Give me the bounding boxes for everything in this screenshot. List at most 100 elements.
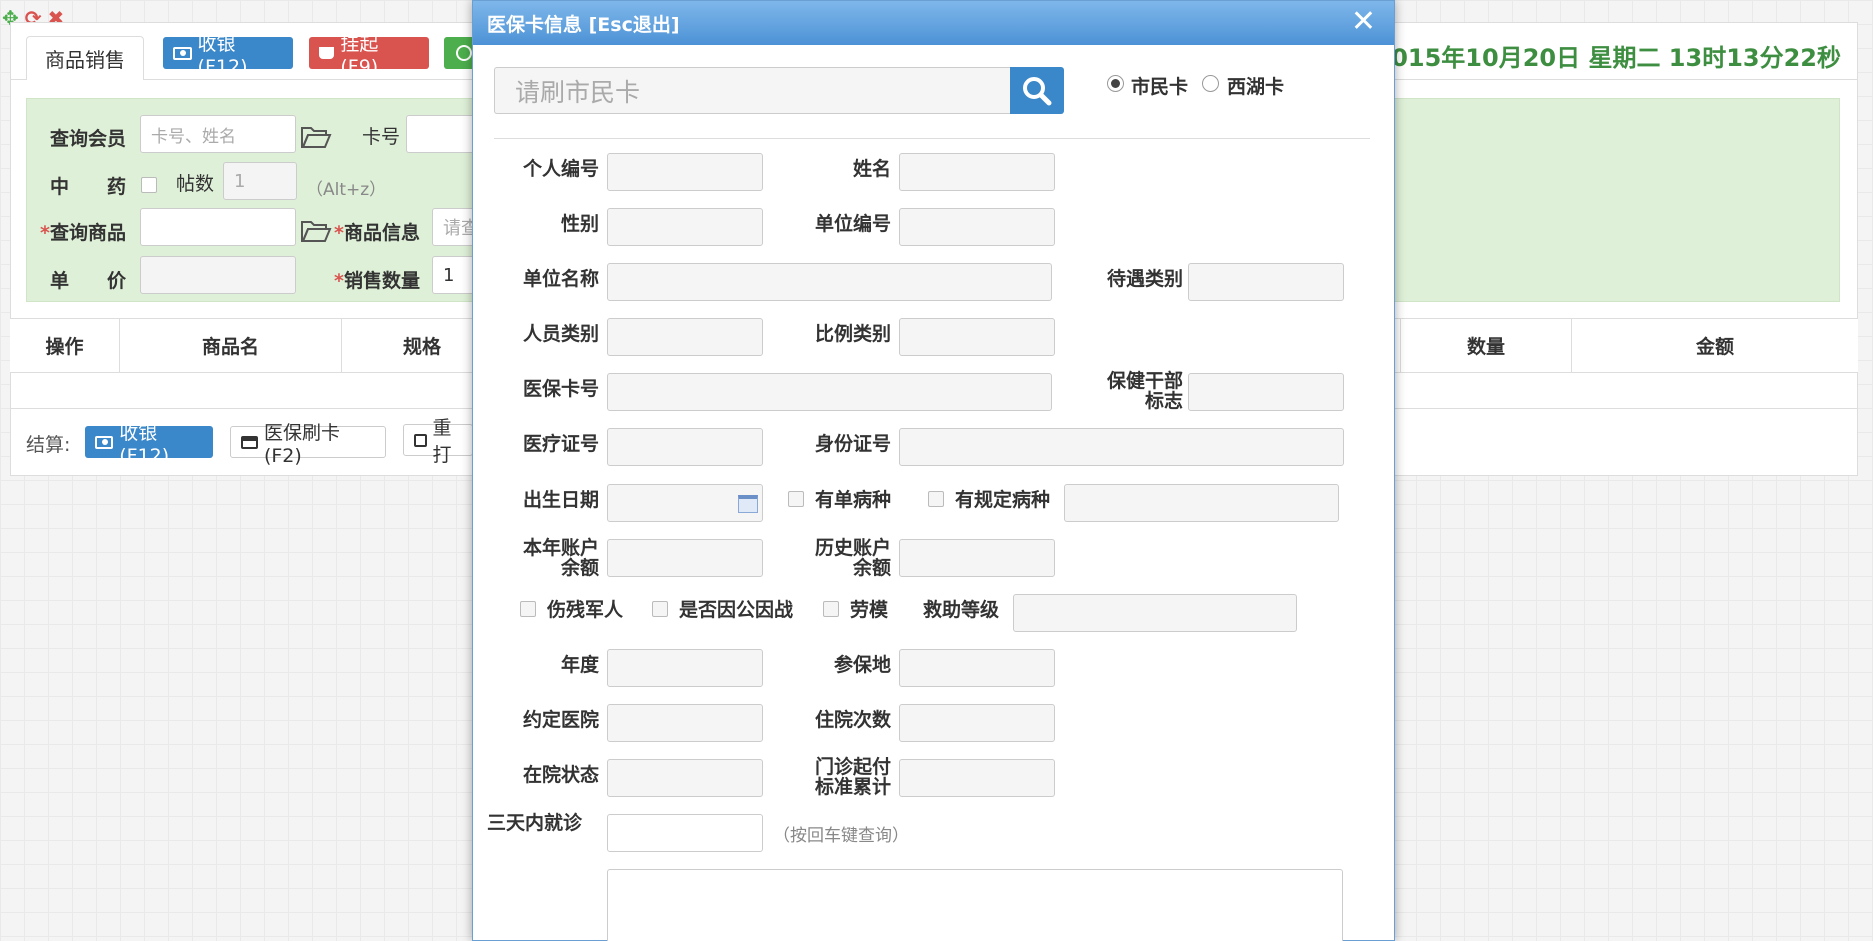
radio-citizen-card[interactable]	[1107, 75, 1124, 92]
card-search-button[interactable]	[1010, 67, 1064, 114]
required-mark: *	[334, 270, 344, 292]
suspend-button[interactable]: 挂起 (F9)	[309, 33, 429, 78]
col-amount: 金额	[1695, 336, 1734, 358]
checkout-bottom-button[interactable]: 收银 (F12)	[85, 422, 213, 467]
treatment-type-field[interactable]	[1188, 263, 1344, 301]
datetime-display: 2015年10月20日 星期二 13时13分22秒	[1374, 44, 1842, 72]
suspend-label: 挂起 (F9)	[340, 32, 379, 78]
year-balance-field[interactable]	[607, 539, 763, 577]
hospital-times-field[interactable]	[899, 704, 1055, 742]
product-info-label: *商品信息	[334, 218, 420, 245]
doses-input[interactable]: 1	[223, 162, 297, 200]
id-no-label: 身份证号	[814, 433, 891, 455]
result-textarea[interactable]	[607, 869, 1343, 941]
card-search-input[interactable]: 请刷市民卡	[494, 67, 1010, 114]
personal-no-label: 个人编号	[522, 158, 599, 180]
radio-westlake-card[interactable]	[1202, 75, 1219, 92]
insured-place-field[interactable]	[899, 649, 1055, 687]
single-disease-checkbox[interactable]	[788, 491, 804, 507]
product-query-label: *查询商品	[40, 218, 126, 245]
tab-product-sales[interactable]: 商品销售	[26, 36, 144, 80]
insurance-card-no-field[interactable]	[607, 373, 1052, 411]
visit-3days-field[interactable]	[607, 814, 763, 852]
unit-price-label: 单 价	[50, 270, 127, 292]
outpatient-line2: 标准累计	[814, 776, 891, 798]
medical-cert-no-field[interactable]	[607, 428, 763, 466]
aid-level-label: 救助等级	[923, 599, 1000, 621]
disabled-soldier-label: 伤残军人	[547, 599, 624, 621]
check-circle-icon	[456, 45, 472, 61]
inpatient-status-field[interactable]	[607, 759, 763, 797]
birth-date-label: 出生日期	[522, 489, 599, 511]
birth-date-field[interactable]	[607, 484, 763, 522]
reprint-label: 重打	[432, 417, 452, 466]
cash-icon	[173, 46, 192, 60]
aid-level-field[interactable]	[1013, 594, 1297, 632]
dialog-header: 医保卡信息 [Esc退出]	[473, 1, 1394, 45]
specified-disease-field[interactable]	[1064, 484, 1339, 522]
close-icon[interactable]: ✕	[1351, 7, 1376, 37]
insurance-card-dialog: 医保卡信息 [Esc退出] ✕ 请刷市民卡 市民卡 西湖卡 个人编号 姓名 性别…	[472, 0, 1395, 941]
checkout-top-button[interactable]: 收银 (F12)	[163, 33, 293, 78]
history-balance-line1: 历史账户	[814, 537, 891, 559]
quantity-value: 1	[443, 264, 455, 286]
year-balance-line2: 余额	[560, 557, 599, 579]
gender-field[interactable]	[607, 208, 763, 246]
product-query-input[interactable]	[140, 208, 296, 246]
search-icon	[1023, 76, 1052, 105]
ratio-type-field[interactable]	[899, 318, 1055, 356]
insurance-card-no-label: 医保卡号	[522, 378, 599, 400]
disabled-soldier-checkbox[interactable]	[520, 601, 536, 617]
model-worker-checkbox[interactable]	[823, 601, 839, 617]
name-field[interactable]	[899, 153, 1055, 191]
member-placeholder: 卡号、姓名	[151, 126, 236, 147]
id-no-field[interactable]	[899, 428, 1344, 466]
war-injury-checkbox[interactable]	[652, 601, 668, 617]
unit-no-field[interactable]	[899, 208, 1055, 246]
cup-icon	[319, 47, 335, 59]
history-balance-line2: 余额	[852, 557, 891, 579]
member-input[interactable]: 卡号、姓名	[140, 115, 296, 153]
unit-name-label: 单位名称	[522, 268, 599, 290]
outpatient-deductible-field[interactable]	[899, 759, 1055, 797]
card-search-placeholder: 请刷市民卡	[515, 77, 641, 107]
specified-disease-label: 有规定病种	[955, 489, 1051, 511]
col-product-name: 商品名	[120, 319, 342, 372]
folder-open-icon[interactable]	[300, 124, 332, 155]
folder-open-icon[interactable]	[300, 218, 332, 249]
col-quantity: 数量	[1400, 319, 1572, 372]
designated-hospital-label: 约定医院	[522, 709, 599, 731]
tcm-checkbox[interactable]	[141, 177, 157, 193]
unit-name-field[interactable]	[607, 263, 1052, 301]
calendar-icon[interactable]	[738, 495, 758, 513]
year-field[interactable]	[607, 649, 763, 687]
westlake-card-label: 西湖卡	[1227, 76, 1285, 98]
reprint-button[interactable]: 重打	[403, 417, 473, 466]
history-balance-field[interactable]	[899, 539, 1055, 577]
dialog-title: 医保卡信息 [Esc退出]	[487, 13, 680, 36]
outpatient-line1: 门诊起付	[814, 756, 891, 778]
specified-disease-checkbox[interactable]	[928, 491, 944, 507]
credit-card-icon	[241, 435, 258, 449]
single-disease-label: 有单病种	[815, 489, 892, 511]
product-info-input[interactable]: 请查	[432, 208, 476, 246]
war-injury-label: 是否因公因战	[679, 599, 794, 621]
model-worker-label: 劳模	[850, 599, 889, 621]
swipe-card-button[interactable]: 医保刷卡 (F2)	[230, 422, 386, 467]
print-icon	[414, 433, 427, 447]
designated-hospital-field[interactable]	[607, 704, 763, 742]
person-type-field[interactable]	[607, 318, 763, 356]
doses-label: 帖数	[176, 173, 215, 195]
year-label: 年度	[560, 654, 599, 676]
card-input[interactable]	[406, 115, 476, 153]
visit-3days-hint: （按回车键查询）	[773, 826, 909, 846]
quantity-input[interactable]: 1	[432, 256, 476, 294]
personal-no-field[interactable]	[607, 153, 763, 191]
required-mark: *	[334, 222, 344, 244]
year-balance-label: 本年账户 余额	[493, 538, 599, 578]
tcm-label: 中 药	[50, 176, 127, 198]
cadre-flag-field[interactable]	[1188, 373, 1344, 411]
doses-hint: （Alt+z）	[306, 180, 387, 200]
checkout-bottom-label: 收银 (F12)	[119, 421, 170, 467]
gender-label: 性别	[560, 213, 599, 235]
